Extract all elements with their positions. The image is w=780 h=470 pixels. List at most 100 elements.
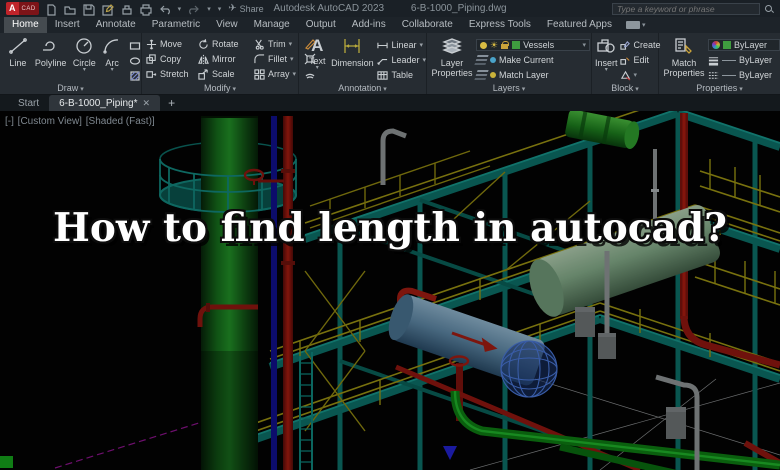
panel-layers-label[interactable]: Layers <box>427 83 591 93</box>
make-current-icon <box>474 55 489 66</box>
layer-thaw-icon[interactable]: ☀ <box>490 40 498 50</box>
circle-tool[interactable]: Circle <box>69 36 99 81</box>
match-properties-tool[interactable]: Match Properties <box>662 36 706 81</box>
move-tool[interactable]: Move <box>146 37 198 51</box>
match-layer-tool[interactable]: Match Layer <box>474 69 590 81</box>
current-layer-name: Vessels <box>523 40 555 51</box>
ribbon-tab-home[interactable]: Home <box>4 17 47 33</box>
array-tool[interactable]: Array <box>254 67 304 81</box>
help-search <box>612 2 774 15</box>
ribbon-tab-collaborate[interactable]: Collaborate <box>394 17 461 33</box>
color-wheel-icon <box>712 41 720 50</box>
edit-block-tool[interactable]: Edit <box>619 54 661 66</box>
layer-color-swatch[interactable] <box>512 41 521 50</box>
line-tool[interactable]: Line <box>4 36 32 81</box>
save-as-icon[interactable] <box>102 3 114 16</box>
file-tab-bar: Start 6-B-1000_Piping* ✕ + <box>0 95 780 111</box>
dim-overlay <box>0 111 780 470</box>
save-icon[interactable] <box>83 3 95 16</box>
panel-modify-label[interactable]: Modify <box>142 83 298 93</box>
ribbon-tab-featured-apps[interactable]: Featured Apps <box>539 17 620 33</box>
viewport-visual-style-control[interactable]: [Shaded (Fast)] <box>86 116 155 127</box>
panel-draw: Line Polyline Circle Arc <box>0 33 142 94</box>
stretch-tool[interactable]: Stretch <box>146 67 198 81</box>
panel-layers: Layer Properties ☀ Vessels ▾ Make Curren… <box>427 33 592 94</box>
layer-on-icon[interactable] <box>480 41 487 49</box>
hatch-tool-icon[interactable] <box>129 69 141 81</box>
fillet-tool[interactable]: Fillet <box>254 52 304 66</box>
plot-icon[interactable] <box>121 3 133 15</box>
file-tab-active-doc[interactable]: 6-B-1000_Piping* ✕ <box>49 95 161 111</box>
insert-block-tool[interactable]: Insert <box>595 36 618 81</box>
ribbon-tab-annotate[interactable]: Annotate <box>88 17 144 33</box>
panel-modify: Move Rotate Trim Copy Mirror Fillet Stre… <box>142 33 316 94</box>
layer-dropdown-caret[interactable]: ▾ <box>582 41 586 49</box>
new-drawing-tab-button[interactable]: + <box>160 95 183 111</box>
ribbon-tab-express-tools[interactable]: Express Tools <box>461 17 539 33</box>
viewport-controls: [-] [Custom View] [Shaded (Fast)] <box>5 116 156 127</box>
layer-unlock-icon[interactable] <box>501 41 510 50</box>
app-menu-button[interactable]: A CAD <box>6 2 39 15</box>
ribbon-tab-view[interactable]: View <box>208 17 246 33</box>
close-tab-icon[interactable]: ✕ <box>143 98 151 109</box>
panel-properties-label[interactable]: Properties <box>659 83 780 93</box>
new-file-icon[interactable] <box>45 3 57 16</box>
ribbon-tab-parametric[interactable]: Parametric <box>144 17 208 33</box>
make-current-tool[interactable]: Make Current <box>474 54 590 66</box>
ribbon-tab-insert[interactable]: Insert <box>47 17 88 33</box>
layer-dot2-icon <box>490 72 496 79</box>
undo-icon[interactable] <box>159 3 171 15</box>
panel-annotation: A Text Dimension Linear Leader Table Ann… <box>299 33 427 94</box>
panel-block: Insert Create Edit ▾ Block <box>592 33 661 94</box>
redo-dropdown-icon[interactable]: ▾ <box>207 5 211 13</box>
dimension-tool[interactable]: Dimension <box>330 36 374 81</box>
mirror-tool[interactable]: Mirror <box>198 52 254 66</box>
copy-tool[interactable]: Copy <box>146 52 198 66</box>
redo-icon[interactable] <box>188 3 200 15</box>
layer-dot-icon <box>490 57 496 64</box>
layer-properties-tool[interactable]: Layer Properties <box>430 36 474 81</box>
panel-draw-label[interactable]: Draw <box>0 83 141 93</box>
ribbon-tab-bar: Home Insert Annotate Parametric View Man… <box>0 17 780 33</box>
layer-dropdown[interactable]: ☀ Vessels ▾ <box>476 39 590 52</box>
search-input[interactable] <box>612 2 760 15</box>
panel-annotation-label[interactable]: Annotation <box>299 83 426 93</box>
lineweight-dropdown[interactable]: ByLayer <box>708 54 780 66</box>
rotate-tool[interactable]: Rotate <box>198 37 254 51</box>
leader-tool[interactable]: Leader <box>377 54 426 66</box>
ribbon-display-toggle[interactable]: ▾ <box>625 17 645 33</box>
ribbon-tab-addins[interactable]: Add-ins <box>344 17 394 33</box>
panel-block-label[interactable]: Block <box>592 83 658 93</box>
edit-attributes-tool[interactable]: ▾ <box>620 69 661 81</box>
file-tab-start[interactable]: Start <box>8 95 49 111</box>
autocad-logo-sub: CAD <box>21 5 36 12</box>
ribbon-tab-manage[interactable]: Manage <box>246 17 298 33</box>
object-color-dropdown[interactable]: ByLayer <box>708 39 780 52</box>
viewport-view-control[interactable]: [Custom View] <box>18 116 82 127</box>
linear-dim-tool[interactable]: Linear <box>377 39 426 51</box>
table-tool[interactable]: Table <box>377 69 426 81</box>
open-folder-icon[interactable] <box>64 3 76 15</box>
app-title: Autodesk AutoCAD 2023 <box>273 3 385 14</box>
undo-dropdown-icon[interactable]: ▾ <box>178 5 182 13</box>
scale-tool[interactable]: Scale <box>198 67 254 81</box>
ellipse-tool-icon[interactable] <box>129 54 141 66</box>
print-icon[interactable] <box>140 3 152 16</box>
drawing-canvas[interactable]: [-] [Custom View] [Shaded (Fast)] How to… <box>0 111 780 470</box>
quick-access-toolbar: ▾ ▾ ▾ ✈ Share <box>45 3 264 16</box>
text-tool[interactable]: A Text <box>304 36 330 81</box>
panel-properties: Match Properties ByLayer ByLayer ByLayer… <box>659 33 780 94</box>
create-block-tool[interactable]: Create <box>619 39 661 51</box>
share-button[interactable]: ✈ Share <box>228 3 263 14</box>
rectangle-tool-icon[interactable] <box>129 39 141 51</box>
search-icon[interactable] <box>764 4 774 14</box>
trim-tool[interactable]: Trim <box>254 37 304 51</box>
polyline-tool[interactable]: Polyline <box>32 36 70 81</box>
ribbon-tab-output[interactable]: Output <box>298 17 344 33</box>
viewport-minimize-control[interactable]: [-] <box>5 116 14 127</box>
model-viewport[interactable] <box>0 111 780 470</box>
share-label: Share <box>239 3 264 14</box>
qat-customize-icon[interactable]: ▾ <box>218 5 222 13</box>
arc-tool[interactable]: Arc <box>99 36 125 81</box>
linetype-dropdown[interactable]: ByLayer <box>708 69 780 81</box>
